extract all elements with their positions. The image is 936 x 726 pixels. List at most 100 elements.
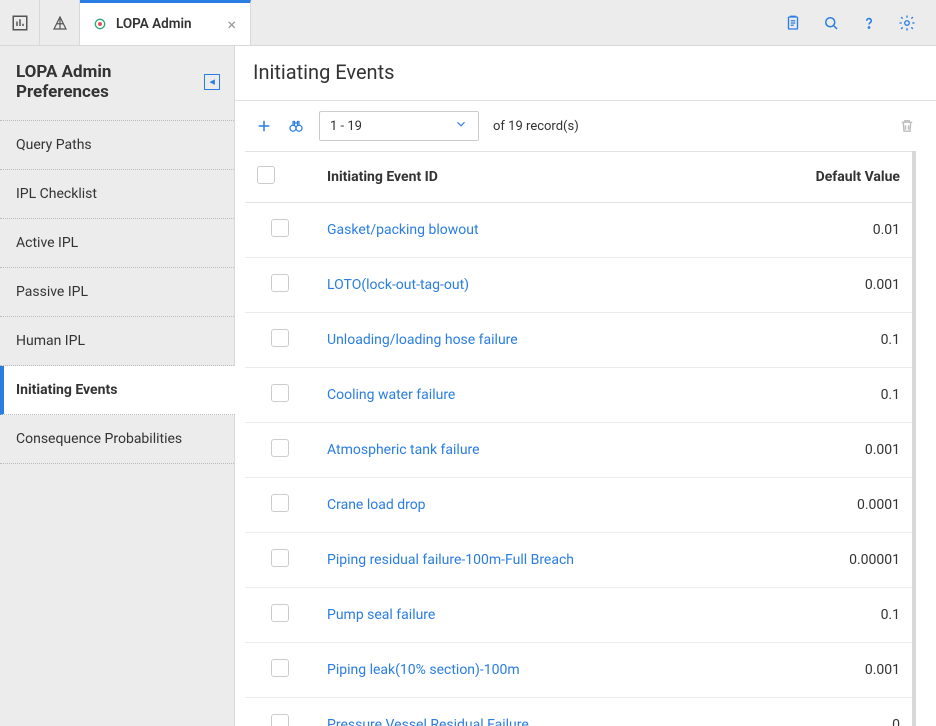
chevron-down-icon	[454, 117, 468, 135]
table-toolbar: 1 - 19 of 19 record(s)	[235, 101, 936, 151]
table-row: Piping leak(10% section)-100m 0.001	[245, 643, 912, 698]
sidebar-item-query-paths[interactable]: Query Paths	[0, 121, 234, 170]
sidebar-item-label: Active IPL	[16, 235, 78, 251]
row-value-cell: 0.001	[722, 258, 912, 313]
settings-icon[interactable]	[898, 14, 916, 32]
row-id-cell: Crane load drop	[315, 478, 722, 533]
row-id-cell: Cooling water failure	[315, 368, 722, 423]
row-checkbox[interactable]	[271, 219, 289, 237]
row-id-cell: Pump seal failure	[315, 588, 722, 643]
sidebar-item-label: Query Paths	[16, 137, 92, 153]
row-id-cell: Gasket/packing blowout	[315, 203, 722, 258]
row-select-cell	[245, 478, 315, 533]
initiating-event-link[interactable]: Pressure Vessel Residual Failure	[327, 717, 529, 726]
binoculars-icon[interactable]	[287, 117, 305, 135]
row-value-cell: 0.1	[722, 588, 912, 643]
row-select-cell	[245, 533, 315, 588]
row-checkbox[interactable]	[271, 549, 289, 567]
main-content: Initiating Events 1 - 19 of 19 record(s)	[235, 46, 936, 726]
page-range-select[interactable]: 1 - 19	[319, 111, 479, 141]
close-icon[interactable]: ×	[200, 15, 237, 34]
initiating-event-link[interactable]: Pump seal failure	[327, 607, 435, 623]
clipboard-icon[interactable]	[784, 14, 802, 32]
table-scroll-area[interactable]: Initiating Event ID Default Value Gasket…	[245, 151, 916, 726]
sidebar-item-human-ipl[interactable]: Human IPL	[0, 317, 234, 366]
initiating-event-link[interactable]: Unloading/loading hose failure	[327, 332, 518, 348]
sidebar-item-label: Initiating Events	[16, 382, 117, 398]
sidebar-title: LOPA Admin Preferences	[16, 62, 204, 102]
search-icon[interactable]	[822, 14, 840, 32]
total-records: 19	[508, 119, 523, 134]
row-select-cell	[245, 698, 315, 726]
row-id-cell: Unloading/loading hose failure	[315, 313, 722, 368]
records-label: record(s)	[526, 119, 579, 134]
row-value-cell: 0.1	[722, 313, 912, 368]
table-row: Pump seal failure 0.1	[245, 588, 912, 643]
sidebar-item-initiating-events[interactable]: Initiating Events	[0, 366, 235, 415]
row-select-cell	[245, 643, 315, 698]
of-label: of	[493, 119, 505, 134]
initiating-event-link[interactable]: Atmospheric tank failure	[327, 442, 480, 458]
initiating-event-link[interactable]: Piping residual failure-100m-Full Breach	[327, 552, 574, 568]
row-checkbox[interactable]	[271, 439, 289, 457]
row-checkbox[interactable]	[271, 659, 289, 677]
row-id-cell: LOTO(lock-out-tag-out)	[315, 258, 722, 313]
sidebar-item-consequence-probabilities[interactable]: Consequence Probabilities	[0, 415, 234, 464]
column-select	[245, 152, 315, 203]
lopa-admin-tab-icon	[92, 16, 108, 32]
page-range-value: 1 - 19	[330, 119, 362, 134]
row-id-cell: Piping leak(10% section)-100m	[315, 643, 722, 698]
sidebar-item-passive-ipl[interactable]: Passive IPL	[0, 268, 234, 317]
tab-label: LOPA Admin	[116, 16, 192, 32]
column-value[interactable]: Default Value	[722, 152, 912, 203]
initiating-event-link[interactable]: Cooling water failure	[327, 387, 455, 403]
table-row: LOTO(lock-out-tag-out) 0.001	[245, 258, 912, 313]
row-value-cell: 0	[722, 698, 912, 726]
row-select-cell	[245, 423, 315, 478]
initiating-events-table: Initiating Event ID Default Value Gasket…	[245, 151, 912, 726]
row-checkbox[interactable]	[271, 274, 289, 292]
row-checkbox[interactable]	[271, 329, 289, 347]
collapse-sidebar-icon[interactable]: ◂	[204, 74, 220, 90]
nav-triangle-icon[interactable]	[40, 0, 80, 45]
row-value-cell: 0.1	[722, 368, 912, 423]
initiating-event-link[interactable]: Crane load drop	[327, 497, 426, 513]
row-id-cell: Atmospheric tank failure	[315, 423, 722, 478]
table-row: Cooling water failure 0.1	[245, 368, 912, 423]
page-title: Initiating Events	[235, 46, 936, 101]
row-value-cell: 0.01	[722, 203, 912, 258]
row-checkbox[interactable]	[271, 494, 289, 512]
table-row: Gasket/packing blowout 0.01	[245, 203, 912, 258]
table-row: Pressure Vessel Residual Failure 0	[245, 698, 912, 726]
initiating-event-link[interactable]: LOTO(lock-out-tag-out)	[327, 277, 469, 293]
row-select-cell	[245, 203, 315, 258]
delete-icon[interactable]	[898, 117, 916, 135]
sidebar-item-active-ipl[interactable]: Active IPL	[0, 219, 234, 268]
row-checkbox[interactable]	[271, 384, 289, 402]
top-actions	[774, 0, 936, 45]
column-id[interactable]: Initiating Event ID	[315, 152, 722, 203]
table-row: Atmospheric tank failure 0.001	[245, 423, 912, 478]
nav-bar-chart-icon[interactable]	[0, 0, 40, 45]
row-checkbox[interactable]	[271, 604, 289, 622]
help-icon[interactable]	[860, 14, 878, 32]
tab-lopa-admin[interactable]: LOPA Admin ×	[80, 0, 251, 45]
row-value-cell: 0.0001	[722, 478, 912, 533]
row-checkbox[interactable]	[271, 714, 289, 726]
sidebar-item-ipl-checklist[interactable]: IPL Checklist	[0, 170, 234, 219]
top-tab-bar: LOPA Admin ×	[0, 0, 936, 46]
row-select-cell	[245, 368, 315, 423]
row-select-cell	[245, 313, 315, 368]
table-row: Crane load drop 0.0001	[245, 478, 912, 533]
initiating-event-link[interactable]: Gasket/packing blowout	[327, 222, 479, 238]
sidebar-item-label: Consequence Probabilities	[16, 431, 182, 447]
row-value-cell: 0.001	[722, 643, 912, 698]
sidebar-item-label: IPL Checklist	[16, 186, 97, 202]
table-row: Unloading/loading hose failure 0.1	[245, 313, 912, 368]
add-icon[interactable]	[255, 117, 273, 135]
row-value-cell: 0.001	[722, 423, 912, 478]
initiating-event-link[interactable]: Piping leak(10% section)-100m	[327, 662, 520, 678]
sidebar-item-label: Passive IPL	[16, 284, 88, 300]
record-count: of 19 record(s)	[493, 119, 579, 134]
select-all-checkbox[interactable]	[257, 166, 275, 184]
